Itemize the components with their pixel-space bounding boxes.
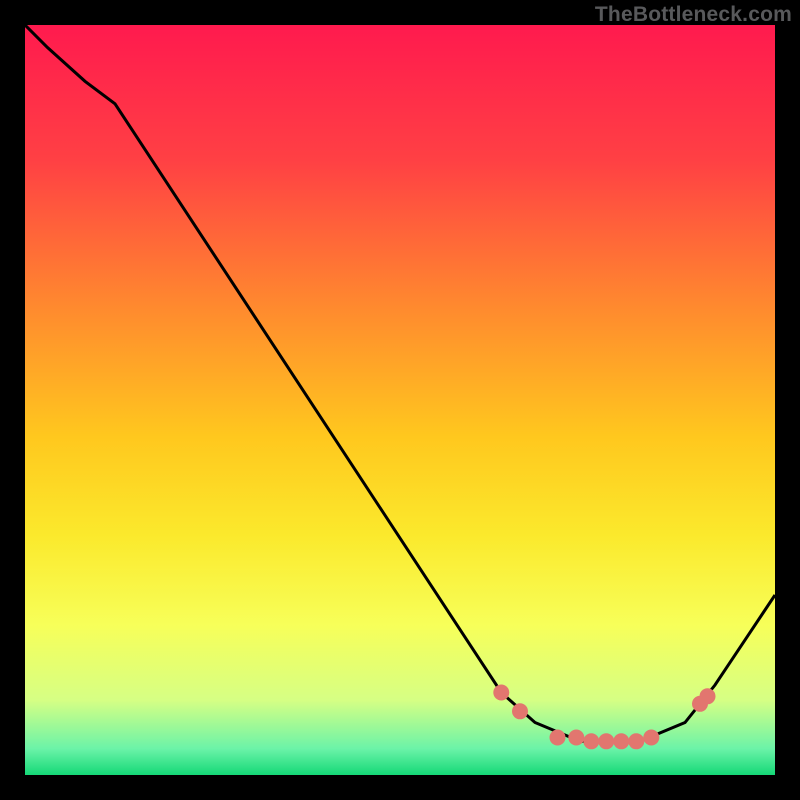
marker-dot [700,688,716,704]
chart-svg [25,25,775,775]
marker-dot [583,733,599,749]
chart-stage: TheBottleneck.com [0,0,800,800]
marker-dot [493,685,509,701]
marker-dot [512,703,528,719]
marker-dot [628,733,644,749]
marker-dot [550,730,566,746]
plot-area [25,25,775,775]
marker-dot [613,733,629,749]
watermark-text: TheBottleneck.com [595,3,792,27]
marker-dot [643,730,659,746]
marker-dot [598,733,614,749]
marker-dot [568,730,584,746]
